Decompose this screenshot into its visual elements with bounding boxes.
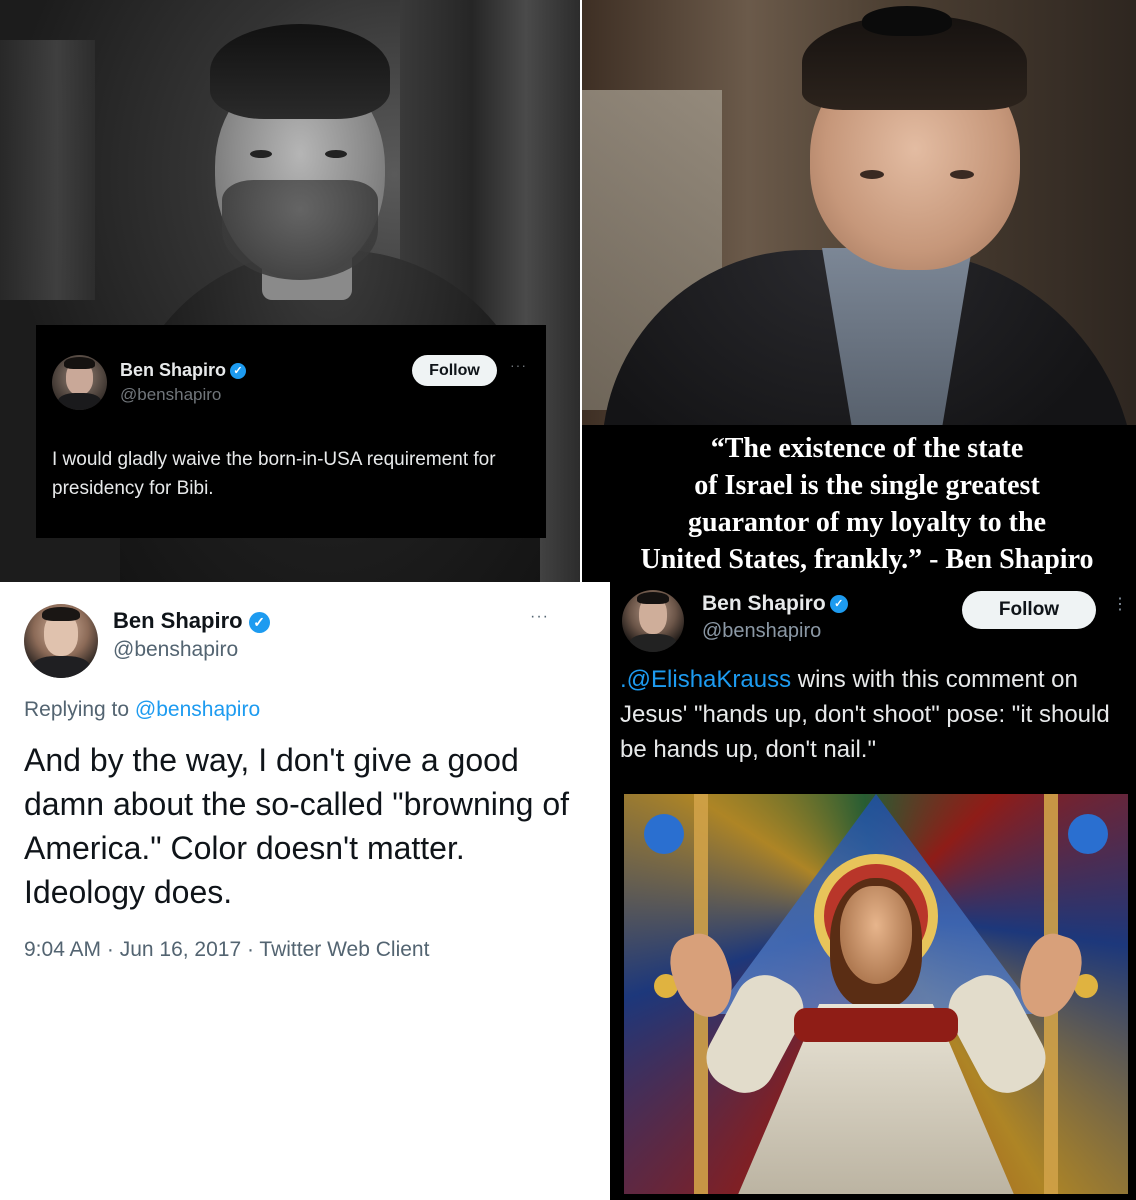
- replying-label: Replying to: [24, 698, 130, 721]
- quote-line: guarantor of my loyalty to the: [688, 507, 1046, 538]
- quote-line: United States, frankly.” - Ben Shapiro: [640, 544, 1094, 575]
- tweet-card-dark-image: Ben Shapiro ✓ @benshapiro Follow ⋮ .@Elis…: [610, 582, 1136, 1200]
- more-options-icon[interactable]: ⋮: [1112, 594, 1128, 614]
- display-name-text: Ben Shapiro: [702, 592, 826, 615]
- display-name-text: Ben Shapiro: [113, 608, 243, 633]
- display-name-text: Ben Shapiro: [120, 360, 227, 380]
- display-name[interactable]: Ben Shapiro ✓: [113, 608, 270, 634]
- replying-to-link[interactable]: @benshapiro: [135, 698, 260, 721]
- photo-panel-grayscale: Ben Shapiro ✓ @benshapiro Follow ··· I wo…: [0, 0, 580, 582]
- avatar[interactable]: [52, 355, 107, 410]
- follow-button[interactable]: Follow: [962, 591, 1096, 629]
- replying-to: Replying to @benshapiro: [24, 698, 260, 722]
- follow-button[interactable]: Follow: [412, 355, 497, 386]
- quote-line: “The existence of the state: [710, 433, 1024, 464]
- quote-line: of Israel is the single greatest: [694, 470, 1040, 501]
- more-options-icon[interactable]: ···: [510, 357, 527, 373]
- more-options-icon[interactable]: ···: [530, 608, 549, 626]
- display-name[interactable]: Ben Shapiro ✓: [120, 360, 247, 381]
- tweet-text: .@ElishaKrauss wins with this comment on…: [620, 662, 1130, 767]
- verified-badge-icon: ✓: [829, 595, 848, 614]
- photo-panel-quote: “The existence of the state of Israel is…: [582, 0, 1136, 582]
- quote-text: “The existence of the state of Israel is…: [582, 430, 1136, 578]
- verified-badge-icon: ✓: [230, 363, 247, 380]
- verified-badge-icon: ✓: [248, 611, 270, 633]
- avatar[interactable]: [24, 604, 98, 678]
- mention-link[interactable]: .@ElishaKrauss: [620, 666, 791, 693]
- tweet-text: And by the way, I don't give a good damn…: [24, 742, 570, 910]
- tweet-text: I would gladly waive the born-in-USA req…: [52, 449, 496, 499]
- stained-glass-image[interactable]: [624, 794, 1128, 1194]
- handle[interactable]: @benshapiro: [702, 620, 821, 643]
- tweet-card-dark: Ben Shapiro ✓ @benshapiro Follow ··· I wo…: [36, 325, 546, 538]
- display-name[interactable]: Ben Shapiro ✓: [702, 592, 848, 616]
- background-window: [0, 40, 95, 300]
- tweet-card-light: Ben Shapiro ✓ @benshapiro ··· Replying to…: [0, 582, 606, 1200]
- tweet-timestamp[interactable]: 9:04 AM · Jun 16, 2017 · Twitter Web Cli…: [24, 938, 429, 962]
- handle[interactable]: @benshapiro: [113, 638, 238, 662]
- avatar[interactable]: [622, 590, 684, 652]
- handle[interactable]: @benshapiro: [120, 385, 221, 405]
